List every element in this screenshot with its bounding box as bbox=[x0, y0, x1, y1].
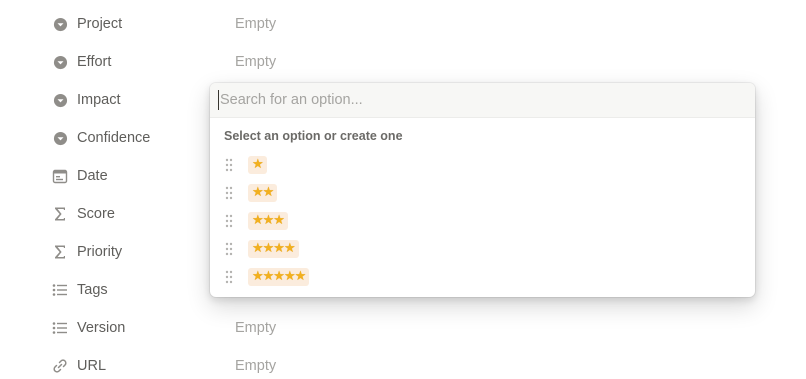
sigma-icon bbox=[52, 206, 68, 222]
drag-handle-icon[interactable] bbox=[224, 214, 234, 228]
property-value[interactable]: Empty bbox=[235, 16, 276, 32]
sigma-icon bbox=[52, 244, 68, 260]
drag-handle-icon[interactable] bbox=[224, 158, 234, 172]
search-area bbox=[210, 83, 755, 118]
property-row-effort[interactable]: Effort Empty bbox=[52, 50, 792, 74]
option-item-5-stars[interactable]: ★★★★★ bbox=[210, 263, 755, 291]
drag-handle-icon[interactable] bbox=[224, 186, 234, 200]
star-rating: ★★ bbox=[252, 185, 274, 200]
option-tag[interactable]: ★★ bbox=[248, 184, 278, 202]
property-row-version[interactable]: Version Empty bbox=[52, 316, 792, 340]
option-tag[interactable]: ★★★ bbox=[248, 212, 288, 230]
property-label: Project bbox=[77, 16, 123, 32]
option-item-1-star[interactable]: ★ bbox=[210, 151, 755, 179]
option-tag[interactable]: ★★★★ bbox=[248, 240, 299, 258]
star-rating: ★★★ bbox=[252, 213, 285, 228]
star-rating: ★ bbox=[252, 157, 264, 172]
link-icon bbox=[52, 358, 68, 374]
star-rating: ★★★★★ bbox=[252, 269, 306, 284]
select-icon bbox=[52, 130, 68, 146]
property-value[interactable]: Empty bbox=[235, 358, 276, 374]
option-tag[interactable]: ★ bbox=[248, 156, 267, 174]
option-search-input[interactable] bbox=[218, 90, 742, 110]
property-row-project[interactable]: Project Empty bbox=[52, 12, 792, 36]
select-icon bbox=[52, 54, 68, 70]
option-tag[interactable]: ★★★★★ bbox=[248, 268, 310, 286]
property-value[interactable]: Empty bbox=[235, 54, 276, 70]
option-item-2-stars[interactable]: ★★ bbox=[210, 179, 755, 207]
property-label: Version bbox=[77, 320, 126, 336]
option-item-3-stars[interactable]: ★★★ bbox=[210, 207, 755, 235]
select-icon bbox=[52, 92, 68, 108]
list-icon bbox=[52, 282, 68, 298]
property-label: Effort bbox=[77, 54, 112, 70]
calendar-icon bbox=[52, 168, 68, 184]
property-value[interactable]: Empty bbox=[235, 320, 276, 336]
dropdown-hint: Select an option or create one bbox=[224, 129, 403, 143]
star-rating: ★★★★ bbox=[252, 241, 296, 256]
list-icon bbox=[52, 320, 68, 336]
option-item-4-stars[interactable]: ★★★★ bbox=[210, 235, 755, 263]
drag-handle-icon[interactable] bbox=[224, 242, 234, 256]
drag-handle-icon[interactable] bbox=[224, 270, 234, 284]
property-row-url[interactable]: URL Empty bbox=[52, 354, 792, 378]
select-icon bbox=[52, 16, 68, 32]
option-list: ★ ★★ ★★★ ★★★★ ★★★★★ bbox=[210, 151, 755, 291]
option-select-dropdown: Select an option or create one ★ ★★ ★★★ bbox=[210, 83, 755, 297]
property-label: URL bbox=[77, 358, 107, 374]
